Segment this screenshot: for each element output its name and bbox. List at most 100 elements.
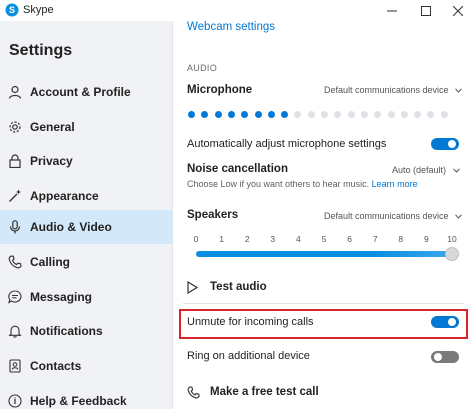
mic-level-dot	[321, 111, 328, 118]
sidebar-item-label: Privacy	[30, 154, 73, 168]
sidebar-item-contacts[interactable]: Contacts	[0, 349, 173, 383]
mic-level-dot	[427, 111, 435, 118]
test-audio-label: Test audio	[210, 281, 267, 293]
sidebar-item-messaging[interactable]: Messaging	[0, 280, 173, 314]
sidebar-item-help-feedback[interactable]: i Help & Feedback	[0, 384, 173, 409]
sidebar-item-privacy[interactable]: Privacy	[0, 144, 173, 178]
toggle-knob	[448, 318, 456, 326]
free-test-call-label: Make a free test call	[210, 386, 319, 398]
auto-adjust-label: Automatically adjust microphone settings	[187, 138, 387, 150]
mic-level-dot	[347, 111, 355, 118]
microphone-icon	[8, 220, 22, 234]
phone-icon	[187, 386, 200, 399]
chevron-down-icon	[455, 88, 462, 93]
speaker-volume-fill	[196, 251, 452, 257]
mic-level-dot	[214, 111, 222, 118]
person-icon	[8, 85, 22, 99]
mic-level-dot	[440, 111, 448, 118]
phone-icon	[8, 255, 22, 269]
minimize-icon	[387, 10, 397, 11]
unmute-incoming-label: Unmute for incoming calls	[187, 316, 314, 328]
mic-level-dot	[227, 111, 235, 118]
minimize-button[interactable]	[375, 0, 409, 21]
title-bar: S Skype	[0, 0, 474, 21]
mic-level-dot	[387, 111, 395, 118]
sidebar-item-label: Notifications	[30, 324, 103, 338]
maximize-button[interactable]	[409, 0, 443, 21]
volume-tick-label: 3	[270, 234, 276, 244]
toggle-knob	[448, 140, 456, 148]
volume-tick-label: 1	[219, 234, 224, 244]
test-audio-button[interactable]: Test audio	[187, 280, 327, 298]
magic-wand-icon	[8, 189, 22, 203]
mic-level-dot	[254, 111, 262, 118]
ring-additional-device-label: Ring on additional device	[187, 350, 310, 362]
help-icon: i	[8, 394, 22, 408]
speaker-volume-slider-thumb[interactable]	[445, 247, 459, 261]
play-icon	[187, 281, 198, 294]
volume-tick-label: 9	[424, 234, 429, 244]
sidebar-item-label: Audio & Video	[30, 220, 112, 234]
volume-tick-label: 6	[347, 234, 352, 244]
sidebar-item-audio-video[interactable]: Audio & Video	[0, 210, 173, 244]
svg-text:i: i	[14, 396, 17, 406]
volume-tick-label: 8	[398, 234, 404, 244]
mic-level-dot	[400, 111, 408, 118]
window-title: Skype	[23, 4, 54, 16]
sidebar-item-label: Contacts	[30, 359, 82, 373]
sidebar-item-calling[interactable]: Calling	[0, 245, 173, 279]
noise-description-text: Choose Low if you want others to hear mu…	[187, 179, 370, 189]
noise-cancellation-value: Auto (default)	[392, 165, 447, 175]
maximize-icon	[421, 5, 431, 16]
sidebar-item-label: Account & Profile	[30, 85, 131, 99]
mic-level-dot	[294, 111, 302, 118]
noise-cancellation-description: Choose Low if you want others to hear mu…	[187, 179, 418, 189]
divider	[183, 303, 464, 304]
volume-tick-label: 0	[193, 234, 199, 244]
close-button[interactable]	[441, 0, 474, 21]
sidebar-item-label: Messaging	[30, 290, 93, 304]
speakers-device-value: Default communications device	[324, 211, 449, 221]
mic-level-dot	[281, 111, 289, 118]
volume-tick-label: 10	[447, 234, 457, 244]
speaker-volume-ticks: 0 1 2 3 4 5 6 7 8 9 10	[174, 21, 474, 244]
settings-sidebar: Settings Account & Profile General Priva…	[0, 21, 173, 409]
noise-cancellation-label: Noise cancellation	[187, 163, 288, 175]
learn-more-link[interactable]: Learn more	[372, 179, 418, 189]
microphone-device-dropdown[interactable]: Default communications device	[324, 85, 462, 95]
sidebar-title: Settings	[9, 42, 73, 59]
noise-cancellation-dropdown[interactable]: Auto (default)	[392, 165, 460, 175]
volume-tick-label: 2	[244, 234, 250, 244]
mic-level-dot	[334, 111, 342, 118]
toggle-knob	[434, 353, 442, 361]
mic-level-dot	[241, 111, 249, 118]
bell-icon	[8, 324, 22, 338]
audio-video-settings-panel: Webcam settings AUDIO Microphone Default…	[174, 21, 474, 409]
mic-level-dot	[201, 111, 209, 118]
ring-additional-device-toggle[interactable]	[431, 351, 459, 363]
volume-tick-label: 4	[296, 234, 301, 244]
sidebar-item-notifications[interactable]: Notifications	[0, 314, 173, 348]
auto-adjust-toggle[interactable]	[431, 138, 459, 150]
webcam-settings-link[interactable]: Webcam settings	[187, 21, 275, 33]
sidebar-item-general[interactable]: General	[0, 110, 173, 144]
chevron-down-icon	[455, 214, 462, 219]
chevron-down-icon	[452, 168, 460, 173]
sidebar-item-label: Appearance	[30, 189, 99, 203]
unmute-incoming-toggle[interactable]	[431, 316, 459, 328]
gear-icon	[8, 120, 22, 134]
volume-tick-label: 5	[321, 234, 327, 244]
sidebar-item-appearance[interactable]: Appearance	[0, 179, 173, 213]
free-test-call-button[interactable]: Make a free test call	[187, 385, 347, 403]
sidebar-item-label: Help & Feedback	[30, 394, 127, 408]
svg-text:S: S	[9, 5, 15, 15]
close-icon	[453, 5, 463, 16]
speakers-label: Speakers	[187, 209, 239, 221]
mic-level-dot	[307, 111, 315, 118]
volume-tick-label: 7	[372, 234, 378, 244]
sidebar-item-label: General	[30, 120, 75, 134]
mic-level-dot	[414, 111, 422, 118]
speakers-device-dropdown[interactable]: Default communications device	[324, 211, 462, 221]
sidebar-item-label: Calling	[30, 255, 71, 269]
sidebar-item-account-profile[interactable]: Account & Profile	[0, 75, 173, 109]
